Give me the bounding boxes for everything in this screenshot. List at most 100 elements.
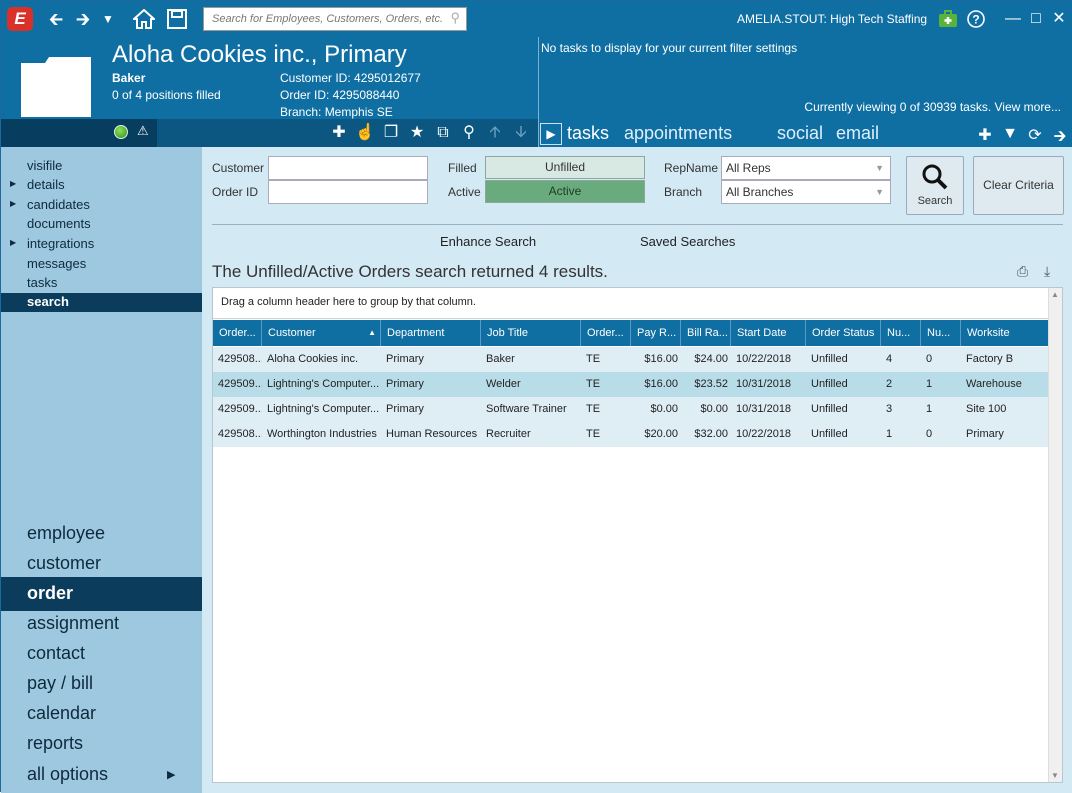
column-header[interactable]: Start Date xyxy=(731,320,806,346)
refresh-icon[interactable]: ⟳ xyxy=(1024,125,1046,145)
module-contact[interactable]: contact xyxy=(1,637,202,671)
clear-criteria-button[interactable]: Clear Criteria xyxy=(973,156,1064,215)
column-header[interactable]: Nu... xyxy=(881,320,921,346)
table-row[interactable]: 429508... Worthington Industries Human Res… xyxy=(213,422,1049,447)
forward-arrow-icon[interactable]: 🡲 xyxy=(72,1,94,37)
module-calendar[interactable]: calendar xyxy=(1,697,202,731)
column-header[interactable]: Nu... xyxy=(921,320,961,346)
tab-appointments[interactable]: appointments xyxy=(624,123,732,144)
search-icon[interactable]: ⚲ xyxy=(450,10,460,26)
next-record-icon[interactable]: 🡫 xyxy=(509,119,533,147)
column-header-row: Order... Customer ▲ Department Job Title Ord… xyxy=(213,320,1049,346)
app-logo[interactable]: E xyxy=(7,7,33,31)
active-toggle[interactable]: Active xyxy=(485,180,645,203)
column-header[interactable]: Bill Ra... xyxy=(681,320,731,346)
table-cell: 429508... xyxy=(218,353,262,365)
table-cell: Baker xyxy=(486,353,515,365)
sidebar-item-visifile[interactable]: visifile xyxy=(1,157,202,176)
minimize-icon[interactable]: — xyxy=(1001,1,1025,37)
module-all-options[interactable]: all options ▶ xyxy=(1,758,202,792)
order-id: Order ID: 4295088440 xyxy=(280,88,400,102)
previous-record-icon[interactable]: 🡩 xyxy=(483,119,507,147)
scroll-down-icon[interactable]: ▼ xyxy=(1051,771,1059,780)
results-summary: The Unfilled/Active Orders search return… xyxy=(212,262,608,281)
copy-icon[interactable]: ❐ xyxy=(379,119,403,147)
sidebar-item-search[interactable]: search xyxy=(1,293,202,312)
enhance-search-link[interactable]: Enhance Search xyxy=(440,234,536,249)
branch-select[interactable]: All Branches ▼ xyxy=(721,180,891,204)
group-by-area[interactable]: Drag a column header here to group by th… xyxy=(213,288,1049,319)
module-order[interactable]: order xyxy=(1,577,202,611)
sidebar-item-messages[interactable]: messages xyxy=(1,255,202,274)
repname-value: All Reps xyxy=(726,161,771,175)
column-header[interactable]: Department xyxy=(381,320,481,346)
add-task-icon[interactable]: ✚ xyxy=(974,125,996,145)
module-pay-bill[interactable]: pay / bill xyxy=(1,667,202,701)
help-icon[interactable]: ? xyxy=(964,1,988,42)
tab-email[interactable]: email xyxy=(836,123,879,144)
column-header[interactable]: Customer ▲ xyxy=(262,320,381,346)
table-row[interactable]: 429509... Lightning's Computer... Primary W… xyxy=(213,372,1049,397)
maximize-icon[interactable]: □ xyxy=(1024,1,1048,37)
global-search-input[interactable] xyxy=(204,8,444,30)
warning-icon[interactable]: ⚠ xyxy=(137,123,149,139)
order-id-label: Order ID xyxy=(212,185,259,199)
table-cell: 1 xyxy=(926,403,933,415)
table-cell: Primary xyxy=(386,353,424,365)
column-header[interactable]: Pay R... xyxy=(631,320,681,346)
column-header[interactable]: Order Status xyxy=(806,320,881,346)
sidebar-item-integrations[interactable]: ▶ integrations xyxy=(1,235,202,254)
column-header[interactable]: Order... xyxy=(213,320,262,346)
lookup-search-icon[interactable]: ⚲ xyxy=(457,119,481,147)
first-aid-kit-icon[interactable] xyxy=(936,1,960,42)
sidebar-item-documents[interactable]: documents xyxy=(1,215,202,234)
filled-label: Filled xyxy=(448,161,477,175)
home-icon[interactable] xyxy=(131,1,157,41)
global-search[interactable]: ⚲ xyxy=(203,7,467,31)
expand-arrow-icon[interactable]: ▶ xyxy=(10,238,16,247)
module-employee[interactable]: employee xyxy=(1,517,202,551)
user-label: AMELIA.STOUT: High Tech Staffing xyxy=(737,12,928,26)
module-assignment[interactable]: assignment xyxy=(1,607,202,641)
sidebar-item-details[interactable]: ▶ details xyxy=(1,176,202,195)
table-cell: Factory B xyxy=(966,353,1014,365)
expand-arrow-icon[interactable]: ▶ xyxy=(10,199,16,208)
table-cell: 3 xyxy=(886,403,893,415)
filter-icon[interactable]: ▼ xyxy=(999,125,1021,143)
expand-arrow-icon[interactable]: ▶ xyxy=(10,179,16,188)
save-icon[interactable] xyxy=(164,1,190,41)
customer-field[interactable] xyxy=(268,156,428,180)
filled-toggle[interactable]: Unfilled xyxy=(485,156,645,179)
expand-tasks-play-icon[interactable]: ▶ xyxy=(540,123,562,145)
print-icon[interactable]: ⎙ xyxy=(1017,263,1028,280)
table-row[interactable]: 429509... Lightning's Computer... Primary S… xyxy=(213,397,1049,422)
svg-text:?: ? xyxy=(972,13,979,27)
table-row[interactable]: 429508... Aloha Cookies inc. Primary Baker T… xyxy=(213,347,1049,372)
table-cell: 10/31/2018 xyxy=(736,403,792,415)
add-icon[interactable]: ✚ xyxy=(327,119,351,147)
open-external-icon[interactable]: ⧉ xyxy=(431,119,455,147)
tab-social[interactable]: social xyxy=(777,123,823,144)
back-arrow-icon[interactable]: 🡰 xyxy=(45,1,67,37)
column-header[interactable]: Job Title xyxy=(481,320,581,346)
history-dropdown-icon[interactable]: ▼ xyxy=(99,1,117,37)
tab-tasks[interactable]: tasks xyxy=(567,123,609,144)
search-button[interactable]: Search xyxy=(906,156,964,215)
tasks-count-link[interactable]: Currently viewing 0 of 30939 tasks. View… xyxy=(804,100,1061,114)
saved-searches-link[interactable]: Saved Searches xyxy=(640,234,735,249)
hand-pointer-icon[interactable]: ☝ xyxy=(353,119,377,147)
scroll-up-icon[interactable]: ▲ xyxy=(1051,290,1059,299)
module-reports[interactable]: reports xyxy=(1,727,202,761)
sidebar-item-candidates[interactable]: ▶ candidates xyxy=(1,196,202,215)
sidebar-item-tasks[interactable]: tasks xyxy=(1,274,202,293)
download-icon[interactable]: ⤓ xyxy=(1044,263,1050,280)
order-id-field[interactable] xyxy=(268,180,428,204)
repname-select[interactable]: All Reps ▼ xyxy=(721,156,891,180)
vertical-scrollbar[interactable]: ▲ ▼ xyxy=(1048,288,1062,782)
column-header[interactable]: Worksite xyxy=(961,320,1049,346)
sidebar-item-label: visifile xyxy=(27,158,63,173)
module-customer[interactable]: customer xyxy=(1,547,202,581)
close-icon[interactable]: ✕ xyxy=(1047,1,1071,37)
column-header[interactable]: Order... xyxy=(581,320,631,346)
favorite-star-icon[interactable]: ★ xyxy=(405,119,429,147)
